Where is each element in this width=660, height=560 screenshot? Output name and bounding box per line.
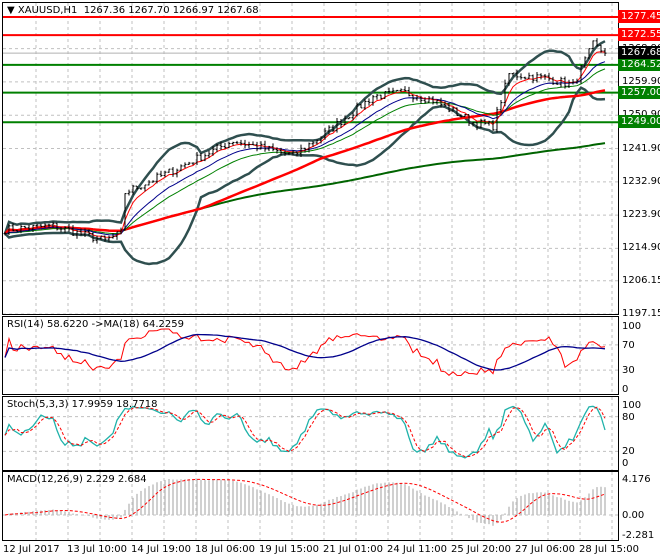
price-axis-label: 1206.15 xyxy=(622,274,660,286)
stoch-axis-label: 80 xyxy=(622,411,635,423)
price-panel[interactable]: ▼ XAUUSD,H1 1267.36 1267.70 1266.97 1267… xyxy=(2,2,619,315)
rsi-axis-label: 100 xyxy=(622,321,642,332)
date-axis-label: 25 Jul 20:00 xyxy=(451,544,511,555)
macd-signal-line xyxy=(4,478,606,523)
dropdown-triangle-icon[interactable]: ▼ xyxy=(7,5,15,16)
rsi-ma-line xyxy=(4,333,606,371)
level-price-tag: 1257.00 xyxy=(618,85,660,99)
rsi-axis-label: 70 xyxy=(622,339,635,351)
rsi-axis-label: 30 xyxy=(622,365,635,377)
date-axis-label: 18 Jul 06:00 xyxy=(195,544,255,555)
rsi-axis-label: 0 xyxy=(622,384,629,395)
date-axis-label: 12 Jul 2017 xyxy=(3,544,60,555)
date-axis-label: 24 Jul 11:00 xyxy=(387,544,447,555)
macd-axis-label: 0.00 xyxy=(622,510,645,521)
level-price-tag: 1249.00 xyxy=(618,115,660,129)
date-axis-label: 21 Jul 01:00 xyxy=(323,544,383,555)
symbol-label: XAUUSD,H1 xyxy=(17,5,78,16)
stoch-axis-label: 0 xyxy=(622,458,629,469)
symbol-header: ▼ XAUUSD,H1 1267.36 1267.70 1266.97 1267… xyxy=(7,5,259,16)
bollinger-upper xyxy=(3,40,606,235)
date-axis-label: 14 Jul 19:00 xyxy=(131,544,191,555)
macd-panel[interactable]: MACD(12,26,9) 2.229 2.684 xyxy=(2,471,619,541)
macd-title: MACD(12,26,9) 2.229 2.684 xyxy=(7,474,147,485)
level-price-tag: 1272.55 xyxy=(618,28,660,42)
price-axis-label: 1214.90 xyxy=(622,242,660,254)
ma-mid xyxy=(4,89,606,235)
stoch-axis-label: 100 xyxy=(622,400,642,411)
stoch-panel[interactable]: Stoch(5,3,3) 17.9959 18.7718 xyxy=(2,396,619,471)
price-chart xyxy=(3,3,618,314)
date-axis-label: 27 Jul 06:00 xyxy=(515,544,575,555)
price-axis-label: 1223.90 xyxy=(622,209,660,221)
price-axis-label: 1232.90 xyxy=(622,175,660,187)
macd-axis-label: -2.281 xyxy=(622,529,655,541)
price-axis-label: 1197.15 xyxy=(622,308,660,320)
date-axis-label: 19 Jul 15:00 xyxy=(259,544,319,555)
ma-fast xyxy=(4,51,606,238)
bollinger-lower xyxy=(4,86,606,266)
date-axis-label: 28 Jul 15:00 xyxy=(579,544,639,555)
macd-axis-label: 4.176 xyxy=(622,474,651,486)
ohlc-values: 1267.36 1267.70 1266.97 1267.68 xyxy=(83,5,259,16)
date-axis-label: 13 Jul 10:00 xyxy=(67,544,127,555)
level-price-tag: 1264.52 xyxy=(618,57,660,71)
stoch-main-line xyxy=(4,405,606,459)
rsi-title: RSI(14) 58.6220 ->MA(18) 64.2259 xyxy=(7,319,184,330)
rsi-line xyxy=(4,328,606,377)
rsi-panel[interactable]: RSI(14) 58.6220 ->MA(18) 64.2259 xyxy=(2,316,619,395)
chart-window: ▼ XAUUSD,H1 1267.36 1267.70 1266.97 1267… xyxy=(0,0,660,560)
price-axis-label: 1241.90 xyxy=(622,142,660,154)
level-price-tag: 1277.45 xyxy=(618,10,660,23)
stoch-title: Stoch(5,3,3) 17.9959 18.7718 xyxy=(7,399,158,410)
stoch-axis-label: 20 xyxy=(622,446,635,458)
current-price-tag: 1267.68 xyxy=(618,46,660,60)
